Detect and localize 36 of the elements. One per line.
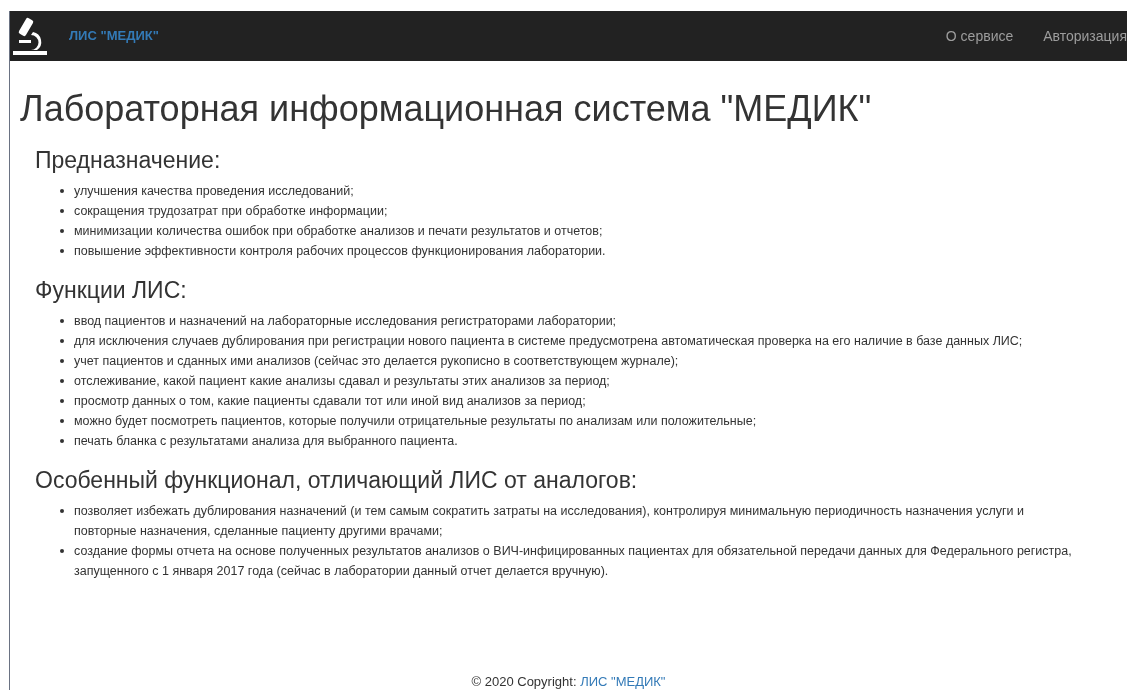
- section-heading: Особенный функционал, отличающий ЛИС от аналогов:: [35, 466, 639, 495]
- brand-link[interactable]: ЛИС "МЕДИК": [69, 26, 159, 46]
- list-item-text: ввод пациентов и назначений на лабораторные исследования регистраторами лаборатории;: [74, 313, 617, 330]
- list-item-text: позволяет избежать дублирования назначений (и тем самым сократить затраты на исследования), контролируя минимальную периодичность назначения услуги и повторные назначения, сделанные пациенту другими врачами;: [74, 503, 1025, 540]
- bullet-icon: [60, 399, 64, 403]
- list-item-text: учет пациентов и сданных ими анализов (сейчас это делается рукописно в соответствующем журнале);: [74, 353, 679, 370]
- bullet-icon: [60, 249, 64, 253]
- nav-link[interactable]: О сервисе: [945, 25, 1014, 47]
- list-item-text: для исключения случаев дублирования при регистрации нового пациента в системе предусмотрена автоматическая проверка на его наличие в базе данных ЛИС;: [74, 333, 1023, 350]
- list-item-text: можно будет посмотреть пациентов, которые получили отрицательные результаты по анализам или положительные;: [74, 413, 757, 430]
- section-heading: Предназначение:: [35, 146, 222, 175]
- bullet-icon: [60, 549, 64, 553]
- copyright-text: © 2020 Copyright:: [471, 674, 577, 689]
- microscope-icon: [11, 16, 49, 56]
- list-item-text: просмотр данных о том, какие пациенты сдавали тот или иной вид анализов за период;: [74, 393, 586, 410]
- page-title: Лабораторная информационная система "МЕДИК": [20, 87, 873, 131]
- list-item-text: создание формы отчета на основе полученных результатов анализов о ВИЧ-инфицированных пациентах для обязательной передачи данных для Федерального регистра, запущенного с 1 января 2017 года (сейчас в лаборатории данный отчет делается вручную).: [74, 543, 1073, 580]
- bullet-icon: [60, 319, 64, 323]
- section-heading: Функции ЛИС:: [35, 276, 188, 305]
- bullet-icon: [60, 439, 64, 443]
- bullet-icon: [60, 339, 64, 343]
- bullet-icon: [60, 189, 64, 193]
- bullet-icon: [60, 209, 64, 213]
- bullet-icon: [60, 359, 64, 363]
- list-item-text: повышение эффективности контроля рабочих процессов функционирования лаборатории.: [74, 243, 606, 260]
- nav-link[interactable]: Авторизация: [1043, 25, 1127, 47]
- list-item-text: сокращения трудозатрат при обработке информации;: [74, 203, 388, 220]
- list-item-text: улучшения качества проведения исследований;: [74, 183, 354, 200]
- list-item-text: отслеживание, какой пациент какие анализы сдавал и результаты этих анализов за период;: [74, 373, 610, 390]
- footer-link[interactable]: ЛИС "МЕДИК": [580, 674, 666, 689]
- bullet-icon: [60, 379, 64, 383]
- bullet-icon: [60, 229, 64, 233]
- list-item-text: печать бланка с результатами анализа для выбранного пациента.: [74, 433, 458, 450]
- bullet-icon: [60, 509, 64, 513]
- bullet-icon: [60, 419, 64, 423]
- list-item-text: минимизации количества ошибок при обработке анализов и печати результатов и отчетов;: [74, 223, 603, 240]
